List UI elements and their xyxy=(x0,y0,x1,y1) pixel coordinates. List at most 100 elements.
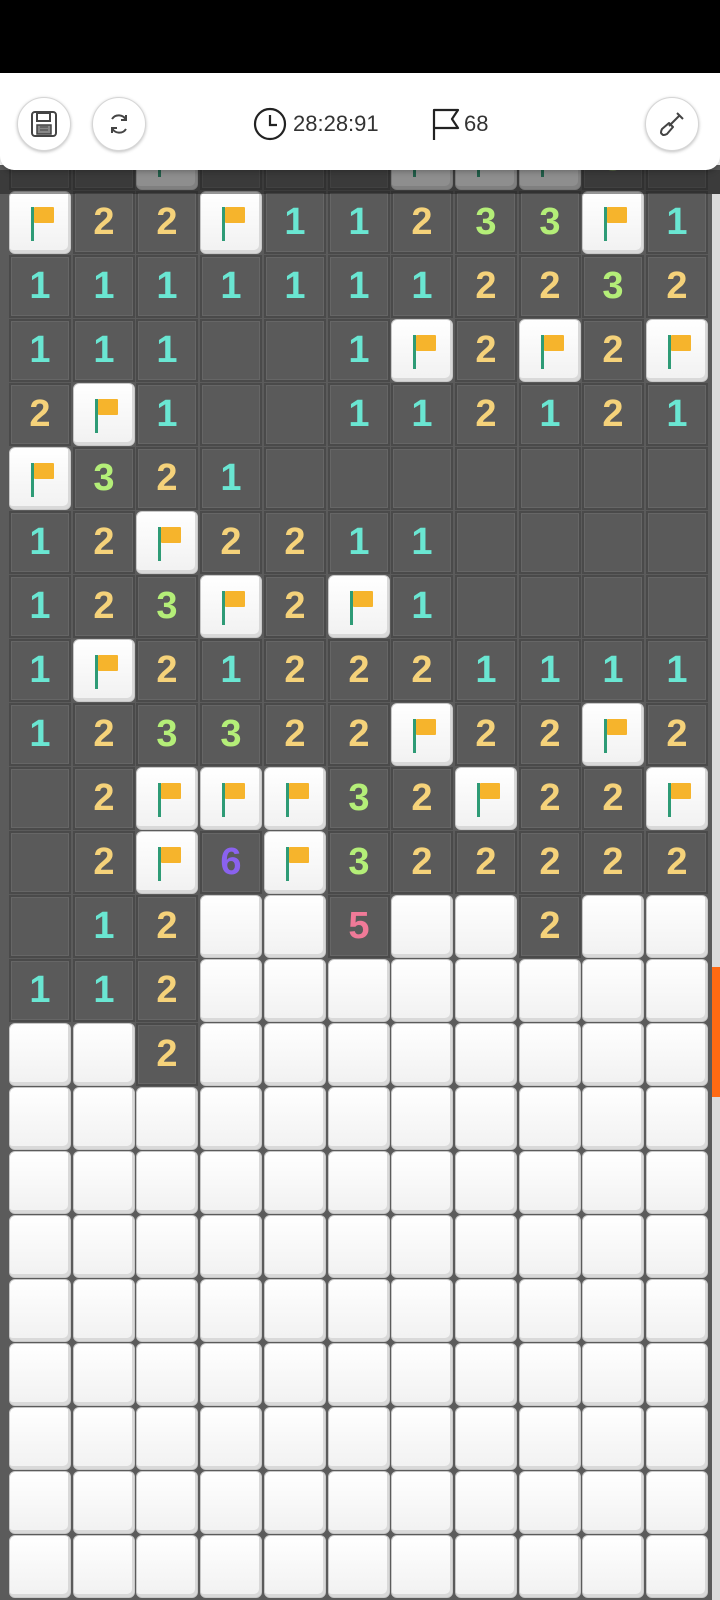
cell-number[interactable]: 2 xyxy=(73,191,135,254)
cell-unrevealed[interactable] xyxy=(136,1215,198,1278)
cell-number[interactable]: 1 xyxy=(73,319,135,382)
cell-number[interactable]: 1 xyxy=(391,575,453,638)
cell-number[interactable]: 1 xyxy=(328,383,390,446)
cell-unrevealed[interactable] xyxy=(391,1279,453,1342)
cell-number[interactable]: 2 xyxy=(582,383,644,446)
cell-number[interactable]: 1 xyxy=(9,255,71,318)
cell-number[interactable]: 1 xyxy=(519,639,581,702)
cell-number[interactable]: 1 xyxy=(9,319,71,382)
cell-flagged[interactable] xyxy=(264,767,326,830)
cell-number[interactable]: 1 xyxy=(519,383,581,446)
cell-number[interactable]: 2 xyxy=(136,1023,198,1086)
cell-flagged[interactable] xyxy=(136,511,198,574)
cell-number[interactable]: 2 xyxy=(391,767,453,830)
cell-number[interactable]: 1 xyxy=(73,959,135,1022)
cell-unrevealed[interactable] xyxy=(582,1151,644,1214)
cell-empty[interactable] xyxy=(9,895,71,958)
cell-number[interactable]: 2 xyxy=(455,703,517,766)
cell-unrevealed[interactable] xyxy=(328,1279,390,1342)
cell-empty[interactable] xyxy=(328,447,390,510)
cell-unrevealed[interactable] xyxy=(264,1407,326,1470)
cell-number[interactable]: 2 xyxy=(519,831,581,894)
cell-number[interactable]: 1 xyxy=(264,255,326,318)
cell-flagged[interactable] xyxy=(391,703,453,766)
cell-unrevealed[interactable] xyxy=(455,1407,517,1470)
cell-unrevealed[interactable] xyxy=(391,1471,453,1534)
cell-flagged[interactable] xyxy=(9,447,71,510)
cell-unrevealed[interactable] xyxy=(455,1215,517,1278)
cell-unrevealed[interactable] xyxy=(328,1343,390,1406)
cell-unrevealed[interactable] xyxy=(9,1471,71,1534)
cell-flagged[interactable] xyxy=(73,639,135,702)
cell-flagged[interactable] xyxy=(136,831,198,894)
cell-flagged[interactable] xyxy=(73,383,135,446)
cell-number[interactable]: 2 xyxy=(519,767,581,830)
cell-unrevealed[interactable] xyxy=(9,1023,71,1086)
cell-unrevealed[interactable] xyxy=(582,1535,644,1598)
cell-unrevealed[interactable] xyxy=(519,1215,581,1278)
cell-unrevealed[interactable] xyxy=(519,959,581,1022)
cell-flagged[interactable] xyxy=(582,191,644,254)
cell-unrevealed[interactable] xyxy=(136,1343,198,1406)
cell-number[interactable]: 1 xyxy=(200,255,262,318)
cell-number[interactable]: 5 xyxy=(328,895,390,958)
board-viewport[interactable]: 1221132221123311111111223211112221112121… xyxy=(0,165,720,1600)
cell-number[interactable]: 2 xyxy=(391,831,453,894)
cell-number[interactable]: 1 xyxy=(136,383,198,446)
cell-number[interactable]: 3 xyxy=(136,575,198,638)
cell-unrevealed[interactable] xyxy=(582,1279,644,1342)
cell-empty[interactable] xyxy=(9,767,71,830)
cell-number[interactable]: 2 xyxy=(136,639,198,702)
cell-number[interactable]: 2 xyxy=(136,447,198,510)
cell-empty[interactable] xyxy=(455,511,517,574)
cell-number[interactable]: 1 xyxy=(200,447,262,510)
cell-number[interactable]: 3 xyxy=(328,831,390,894)
cell-number[interactable]: 1 xyxy=(328,511,390,574)
cell-unrevealed[interactable] xyxy=(646,1087,708,1150)
cell-unrevealed[interactable] xyxy=(136,1407,198,1470)
cell-unrevealed[interactable] xyxy=(582,1343,644,1406)
cell-number[interactable]: 3 xyxy=(136,703,198,766)
cell-unrevealed[interactable] xyxy=(455,1279,517,1342)
cell-number[interactable]: 2 xyxy=(264,575,326,638)
cell-unrevealed[interactable] xyxy=(328,1215,390,1278)
cell-unrevealed[interactable] xyxy=(582,1471,644,1534)
cell-flagged[interactable] xyxy=(328,575,390,638)
cell-number[interactable]: 2 xyxy=(582,831,644,894)
cell-unrevealed[interactable] xyxy=(200,1407,262,1470)
cell-unrevealed[interactable] xyxy=(328,959,390,1022)
cell-unrevealed[interactable] xyxy=(328,1407,390,1470)
cell-unrevealed[interactable] xyxy=(136,1535,198,1598)
cell-unrevealed[interactable] xyxy=(264,1279,326,1342)
cell-number[interactable]: 1 xyxy=(391,255,453,318)
cell-unrevealed[interactable] xyxy=(455,895,517,958)
cell-number[interactable]: 1 xyxy=(264,191,326,254)
cell-unrevealed[interactable] xyxy=(9,1407,71,1470)
cell-number[interactable]: 1 xyxy=(9,639,71,702)
cell-number[interactable]: 2 xyxy=(73,767,135,830)
scrollbar-track[interactable] xyxy=(712,194,720,1600)
cell-number[interactable]: 2 xyxy=(455,831,517,894)
cell-unrevealed[interactable] xyxy=(328,1471,390,1534)
cell-empty[interactable] xyxy=(519,511,581,574)
cell-number[interactable]: 1 xyxy=(73,895,135,958)
cell-number[interactable]: 2 xyxy=(391,191,453,254)
cell-unrevealed[interactable] xyxy=(455,1535,517,1598)
cell-unrevealed[interactable] xyxy=(73,1471,135,1534)
cell-number[interactable]: 2 xyxy=(582,319,644,382)
cell-unrevealed[interactable] xyxy=(455,959,517,1022)
cell-number[interactable]: 2 xyxy=(264,703,326,766)
cell-unrevealed[interactable] xyxy=(646,1407,708,1470)
cell-unrevealed[interactable] xyxy=(582,959,644,1022)
cell-unrevealed[interactable] xyxy=(200,1343,262,1406)
cell-flagged[interactable] xyxy=(200,767,262,830)
cell-unrevealed[interactable] xyxy=(582,1087,644,1150)
cell-unrevealed[interactable] xyxy=(582,1215,644,1278)
cell-unrevealed[interactable] xyxy=(391,1343,453,1406)
cell-flagged[interactable] xyxy=(646,767,708,830)
cell-unrevealed[interactable] xyxy=(136,1151,198,1214)
cell-number[interactable]: 2 xyxy=(582,767,644,830)
cell-unrevealed[interactable] xyxy=(646,895,708,958)
cell-unrevealed[interactable] xyxy=(200,959,262,1022)
cell-unrevealed[interactable] xyxy=(455,1471,517,1534)
